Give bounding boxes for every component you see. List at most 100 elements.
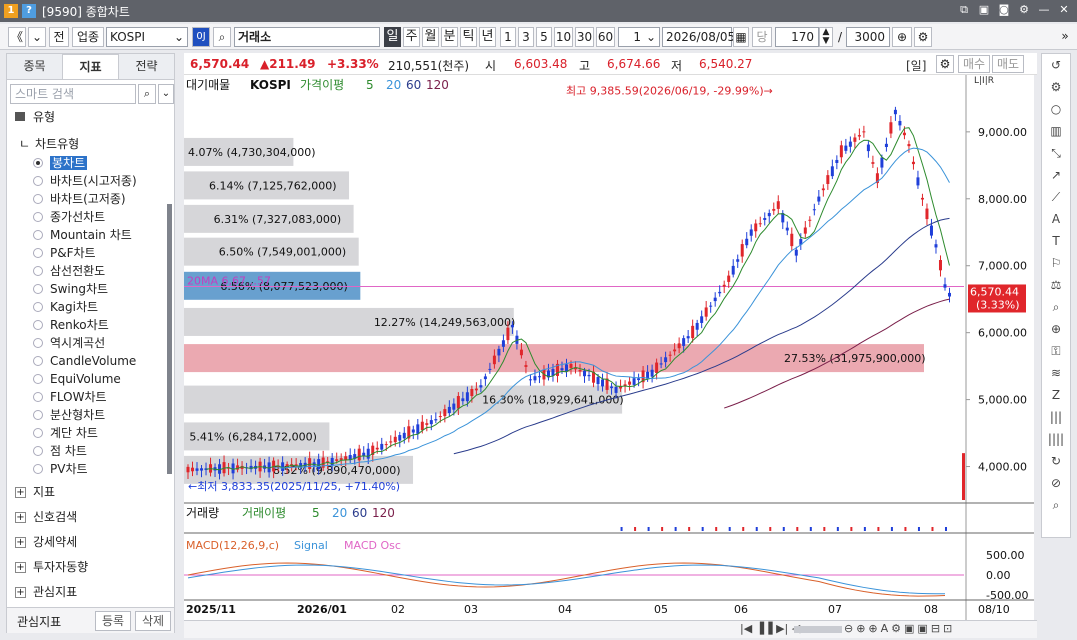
chart-type-item[interactable]: 봉차트 <box>7 154 174 172</box>
chart-area[interactable]: 대기매물 KOSPI 가격이평 5 20 60 120 8.52% (9,890,470,00… <box>184 75 1034 623</box>
category-header[interactable]: 유형 <box>7 107 174 127</box>
buy-button[interactable]: 매수 <box>958 55 990 73</box>
search-icon[interactable]: ⌕ <box>213 27 231 47</box>
bar-tool-icon[interactable]: ▥ <box>1042 120 1070 142</box>
interval-button-3[interactable]: 10 <box>554 27 573 47</box>
period-tab-5[interactable]: 년 <box>479 27 496 47</box>
accordion-item[interactable]: + 지표 <box>7 480 174 505</box>
chart-type-item[interactable]: 계단 차트 <box>7 424 174 442</box>
radio-icon[interactable] <box>33 392 43 402</box>
chart-type-item[interactable]: Renko차트 <box>7 316 174 334</box>
interval-button-2[interactable]: 5 <box>536 27 552 47</box>
chart-type-item[interactable]: 분산형차트 <box>7 406 174 424</box>
history-dropdown[interactable]: ⌄ <box>28 27 46 47</box>
period-tab-1[interactable]: 주 <box>403 27 420 47</box>
radio-icon[interactable] <box>33 176 43 186</box>
sell-button[interactable]: 매도 <box>992 55 1024 73</box>
chart-type-item[interactable]: 바차트(고저종) <box>7 190 174 208</box>
auto-tool-icon[interactable]: A <box>1042 208 1070 230</box>
chart-type-item[interactable]: 바차트(시고저종) <box>7 172 174 190</box>
interval-button-0[interactable]: 1 <box>500 27 516 47</box>
radio-icon[interactable] <box>33 212 43 222</box>
settings-icon[interactable]: ⚙ <box>1017 3 1031 17</box>
fav-delete-button[interactable]: 삭제 <box>135 611 171 631</box>
prev-button[interactable]: 《 <box>8 27 26 47</box>
text-tool-icon[interactable]: T <box>1042 230 1070 252</box>
undo-icon[interactable]: ↻ <box>1042 450 1070 472</box>
gear-icon[interactable]: ⚙ <box>936 55 954 73</box>
scroll-controls-icon[interactable]: |◀ ▐▐ ▶| ◁ <box>740 622 800 635</box>
gear-icon[interactable]: ⚙ <box>1042 76 1070 98</box>
grid-tool-icon[interactable]: |||| <box>1042 428 1070 450</box>
period-tab-3[interactable]: 분 <box>441 27 458 47</box>
chart-type-item[interactable]: 종가선차트 <box>7 208 174 226</box>
trend-tool-icon[interactable]: ⤡ <box>1042 142 1070 164</box>
chart-type-item[interactable]: P&F차트 <box>7 244 174 262</box>
restore-icon[interactable]: ⧉ <box>957 3 971 17</box>
line-tool-icon[interactable]: ⟋ <box>1042 186 1070 208</box>
current-button[interactable]: 당 <box>752 27 772 47</box>
radio-icon[interactable] <box>33 248 43 258</box>
front-button[interactable]: 전 <box>49 27 69 47</box>
accordion-item[interactable]: + 관심지표 <box>7 580 174 605</box>
tree-scrollbar[interactable] <box>167 204 172 474</box>
save-icon[interactable]: ▣ <box>977 3 991 17</box>
minimize-icon[interactable]: — <box>1037 3 1051 17</box>
date-input[interactable]: 2026/08/05 <box>662 27 735 47</box>
radio-icon[interactable] <box>33 428 43 438</box>
left-tab-0[interactable]: 종목 <box>7 54 62 79</box>
zoom-in-icon[interactable]: ⊕ <box>892 27 912 47</box>
interval-button-4[interactable]: 30 <box>575 27 594 47</box>
scroll-thumb[interactable] <box>794 626 842 633</box>
unit-input[interactable]: 1 ⌄ <box>618 27 660 47</box>
chart-type-item[interactable]: 역시계곡선 <box>7 334 174 352</box>
chart-type-item[interactable]: 점 차트 <box>7 442 174 460</box>
chart-scroll-bar[interactable]: |◀ ▐▐ ▶| ◁ ⊖⊕⊕A⚙▣▣⊟⊡ <box>184 620 1037 638</box>
chart-type-item[interactable]: EquiVolume <box>7 370 174 388</box>
tree-group[interactable]: ㄴ 차트유형 <box>7 134 174 154</box>
code-button[interactable]: 0J <box>192 27 210 47</box>
fib-tool-icon[interactable]: ⚿ <box>1042 340 1070 362</box>
chart-type-item[interactable]: Swing차트 <box>7 280 174 298</box>
accordion-item[interactable]: + 신호검색 <box>7 505 174 530</box>
gear-icon[interactable]: ⚙ <box>914 27 932 47</box>
calendar-icon[interactable]: ▦ <box>733 27 749 47</box>
radio-icon[interactable] <box>33 284 43 294</box>
count-input[interactable]: 170 <box>775 27 819 47</box>
flag-tool-icon[interactable]: ⚐ <box>1042 252 1070 274</box>
left-tab-2[interactable]: 전략 <box>119 54 174 79</box>
radio-icon[interactable] <box>33 158 43 168</box>
sector-button[interactable]: 업종 <box>72 27 104 47</box>
radio-icon[interactable] <box>33 194 43 204</box>
radio-icon[interactable] <box>33 266 43 276</box>
period-tab-2[interactable]: 월 <box>422 27 439 47</box>
search-icon[interactable]: ⌕ <box>138 84 156 104</box>
radio-icon[interactable] <box>33 230 43 240</box>
period-tab-4[interactable]: 틱 <box>460 27 477 47</box>
chart-svg[interactable]: 대기매물 KOSPI 가격이평 5 20 60 1208.52% (9,890,470,00… <box>184 75 1034 620</box>
chart-type-item[interactable]: CandleVolume <box>7 352 174 370</box>
vbar-tool-icon[interactable]: ||| <box>1042 406 1070 428</box>
zoom-tool-icon[interactable]: ⊕ <box>1042 318 1070 340</box>
interval-button-5[interactable]: 60 <box>596 27 615 47</box>
smart-search-input[interactable]: 스마트 검색 <box>10 84 136 104</box>
zoom-controls-icon[interactable]: ⊖⊕⊕A⚙▣▣⊟⊡ <box>844 622 955 635</box>
count-stepper[interactable]: ▲ ▼ <box>819 27 833 47</box>
search-icon[interactable]: ⌕ <box>1042 494 1070 516</box>
accordion-item[interactable]: + 투자자동향 <box>7 555 174 580</box>
erase-icon[interactable]: ⊘ <box>1042 472 1070 494</box>
chart-type-item[interactable]: Mountain 차트 <box>7 226 174 244</box>
zigzag-tool-icon[interactable]: Z <box>1042 384 1070 406</box>
chevron-down-icon[interactable]: ⌄ <box>158 84 174 104</box>
radio-icon[interactable] <box>33 446 43 456</box>
circle-tool-icon[interactable]: ○ <box>1042 98 1070 120</box>
radio-icon[interactable] <box>33 320 43 330</box>
chart-type-item[interactable]: Kagi차트 <box>7 298 174 316</box>
accordion-item[interactable]: + 강세약세 <box>7 530 174 555</box>
camera-icon[interactable]: ◙ <box>997 3 1011 17</box>
exchange-field[interactable]: 거래소 <box>234 27 380 47</box>
help-badge[interactable]: ? <box>22 4 36 18</box>
total-input[interactable]: 3000 <box>846 27 890 47</box>
chart-type-item[interactable]: PV차트 <box>7 460 174 476</box>
chart-type-item[interactable]: FLOW차트 <box>7 388 174 406</box>
